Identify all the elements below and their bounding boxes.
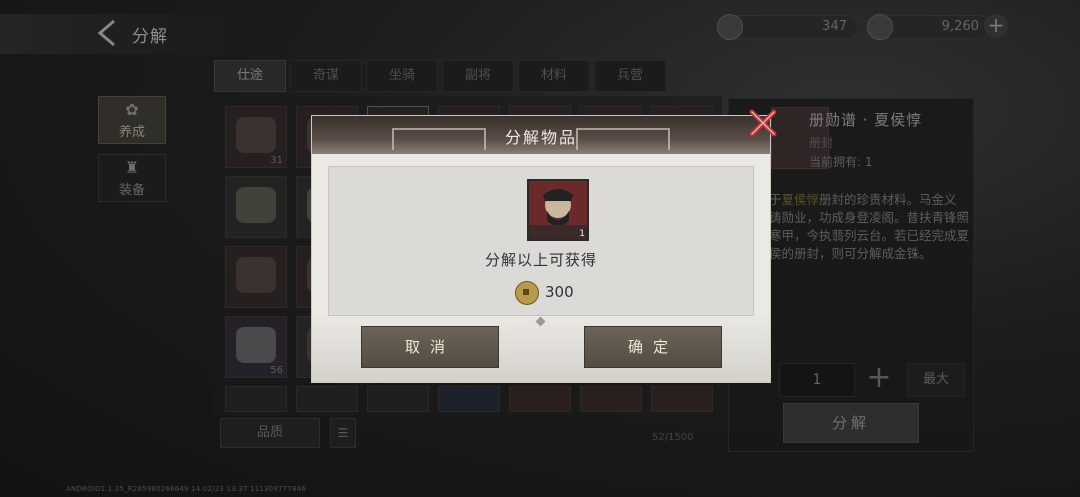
reward-value: 300 [545,283,574,301]
decompose-item-icon: 1 [527,179,589,241]
confirm-button[interactable]: 确定 [584,326,722,368]
item-count: 1 [579,229,585,239]
divider-diamond-icon [535,316,546,327]
dialog-header: 分解物品 [312,116,770,154]
coin-icon [515,281,539,305]
dialog-message: 分解以上可获得 [484,251,597,269]
dialog-title: 分解物品 [504,128,577,147]
decompose-dialog: 分解物品 1 分解以上可获得 300 取消 确定 [311,115,771,383]
close-icon[interactable] [746,106,780,140]
game-screen: 分解 347 9,260 + ✿ 养成 ♜ 装备 仕途 奇谋 坐骑 副将 材料 … [0,0,1080,497]
cancel-button[interactable]: 取消 [361,326,499,368]
dialog-content: 1 分解以上可获得 300 [328,166,754,316]
